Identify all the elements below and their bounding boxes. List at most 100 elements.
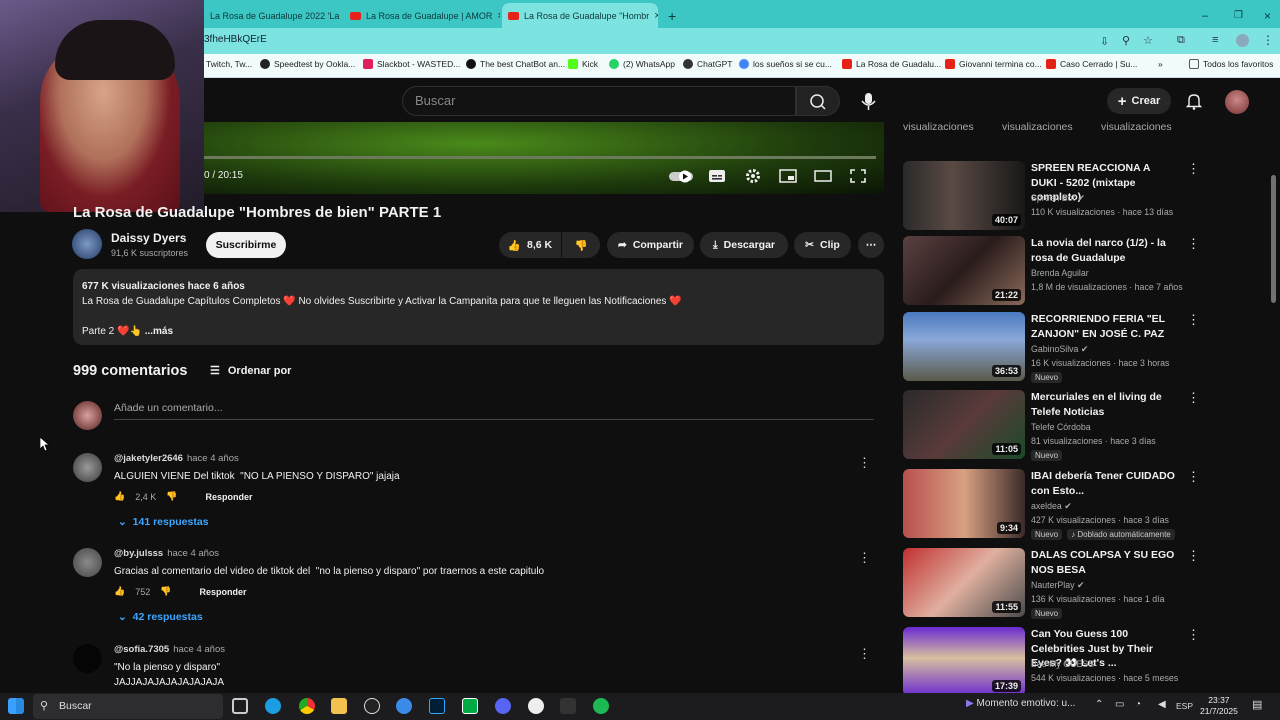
vegas-icon[interactable] [462,698,478,714]
notifications-button[interactable] [1185,92,1203,110]
new-tab-button[interactable]: + [662,3,682,28]
more-options-icon[interactable]: ⋮ [1187,390,1200,406]
browser-tab[interactable]: La Rosa de Guadalupe 2022 'La [204,3,344,28]
bookmark[interactable]: Slackbot - WASTED... [363,59,460,69]
channel-avatar[interactable] [72,229,102,259]
bookmark[interactable]: The best ChatBot an... [466,59,565,69]
thumbs-up-icon[interactable]: 👍 [114,586,125,597]
more-options-icon[interactable]: ⋮ [1187,312,1200,328]
like-button[interactable]: 👍 8,6 K [499,232,561,258]
create-button[interactable]: + Crear [1107,88,1171,114]
related-channel[interactable]: NauterPlay ✔ [1031,580,1084,591]
start-icon[interactable] [8,698,24,714]
chrome-icon[interactable] [299,698,315,714]
thumbs-up-icon[interactable]: 👍 [114,491,125,502]
search-input[interactable]: Buscar [402,86,796,116]
more-actions-button[interactable]: ⋯ [858,232,884,258]
edge-icon[interactable] [265,698,281,714]
app-icon[interactable] [396,698,412,714]
theater-button[interactable] [814,168,832,184]
commenter-avatar[interactable] [73,453,102,482]
comment-author[interactable]: @jaketyler2646 hace 4 años [114,453,239,464]
browser-tab[interactable]: La Rosa de Guadalupe | AMOR × [344,3,500,28]
more-bookmarks-icon[interactable]: » [1158,59,1163,69]
queue-icon[interactable]: ≡ [1212,34,1218,46]
related-video[interactable]: 17:39 Can You Guess 100 Celebrities Just… [903,627,1203,697]
video-thumbnail[interactable]: 9:34 [903,469,1025,538]
more-options-icon[interactable]: ⋮ [1187,469,1200,485]
app-icon[interactable] [528,698,544,714]
wifi-icon[interactable]: ◔ [1135,699,1141,710]
taskbar-search[interactable]: Buscar [33,694,223,719]
thumbs-down-icon[interactable]: 👎 [160,586,171,597]
restore-icon[interactable]: ❐ [1228,3,1249,28]
search-button[interactable] [796,86,840,116]
autoplay-toggle[interactable] [668,168,694,184]
close-window-icon[interactable]: × [1258,3,1277,28]
related-video[interactable]: 36:53 RECORRIENDO FERIA "EL ZANJON" EN J… [903,312,1203,383]
video-thumbnail[interactable]: 21:22 [903,236,1025,305]
photoshop-icon[interactable] [429,698,445,714]
more-options-icon[interactable]: ⋮ [1187,161,1200,177]
clip-button[interactable]: ✂ Clip [794,232,851,258]
related-video[interactable]: 21:22 La novia del narco (1/2) - la rosa… [903,236,1203,306]
related-channel[interactable]: GabinoSilva ✔ [1031,344,1088,355]
account-avatar[interactable] [1225,90,1249,114]
language-indicator[interactable]: ESP [1176,701,1193,711]
channel-name[interactable]: Daissy Dyers [111,231,186,245]
bookmark[interactable]: Speedtest by Ookla... [260,59,355,69]
scrollbar[interactable] [1271,175,1276,303]
folder-icon[interactable] [331,698,347,714]
voice-search-button[interactable] [855,86,883,116]
more-options-icon[interactable]: ⋮ [1187,236,1200,252]
network-icon[interactable]: ▭ [1115,699,1124,710]
minimize-icon[interactable]: – [1196,3,1214,28]
thumbs-down-icon[interactable]: 👎 [166,491,177,502]
sort-button[interactable]: ☰ Ordenar por [210,364,291,378]
related-video[interactable]: 11:55 DALAS COLAPSA Y SU EGO NOS BESA Na… [903,548,1203,619]
app-icon[interactable] [364,698,380,714]
clock[interactable]: 23:37 21/7/2025 [1200,695,1238,717]
discord-icon[interactable] [495,698,511,714]
bookmark[interactable]: (2) WhatsApp [609,59,675,69]
app-icon[interactable] [560,698,576,714]
reply-button[interactable]: Responder [199,587,246,597]
settings-button[interactable] [744,168,762,184]
comment-menu-icon[interactable]: ⋮ [858,455,871,471]
bookmark[interactable]: Giovanni termina co... [945,59,1042,69]
video-thumbnail[interactable]: 11:05 [903,390,1025,459]
download-button[interactable]: ⤓ Descargar [700,232,788,258]
replies-toggle[interactable]: ⌄ 141 respuestas [118,516,209,528]
related-video[interactable]: 9:34 IBAI debería Tener CUIDADO con Esto… [903,469,1203,540]
bookmark[interactable]: los sueños si se cu... [739,59,832,69]
zoom-icon[interactable]: ⚲ [1122,34,1130,47]
bookmark[interactable]: Twitch, Tw... [206,59,252,69]
video-thumbnail[interactable]: 11:55 [903,548,1025,617]
comment-author[interactable]: @sofia.7305 hace 4 años [114,644,225,655]
replies-toggle[interactable]: ⌄ 42 respuestas [118,611,203,623]
share-button[interactable]: ➦ Compartir [607,232,694,258]
related-channel[interactable]: Spreen Bot ✔ [1031,193,1085,204]
more-options-icon[interactable]: ⋮ [1187,627,1200,643]
close-icon[interactable]: × [654,10,658,22]
chevron-up-icon[interactable]: ⌃ [1095,699,1103,710]
menu-icon[interactable]: ⋮ [1262,33,1274,47]
all-bookmarks[interactable]: Todos los favoritos [1189,59,1273,69]
commenter-avatar[interactable] [73,644,102,673]
install-icon[interactable]: ⇩ [1100,35,1109,48]
spotify-icon[interactable] [593,698,609,714]
related-video[interactable]: 11:05 Mercuriales en el living de Telefe… [903,390,1203,461]
notification-center-icon[interactable]: ▤ [1252,698,1262,711]
bookmark[interactable]: Kick [568,59,598,69]
related-channel[interactable]: axeldea ✔ [1031,501,1072,512]
star-icon[interactable]: ☆ [1143,34,1153,47]
subscribe-button[interactable]: Suscribirme [206,232,286,258]
media-widget[interactable]: ▶ Momento emotivo: u... [966,698,1075,709]
volume-icon[interactable]: ◀ [1158,699,1166,710]
miniplayer-button[interactable] [779,168,797,184]
more-options-icon[interactable]: ⋮ [1187,548,1200,564]
bookmark[interactable]: ChatGPT [683,59,732,69]
video-thumbnail[interactable]: 40:07 [903,161,1025,230]
bookmark[interactable]: La Rosa de Guadalu... [842,59,941,69]
comment-menu-icon[interactable]: ⋮ [858,646,871,662]
